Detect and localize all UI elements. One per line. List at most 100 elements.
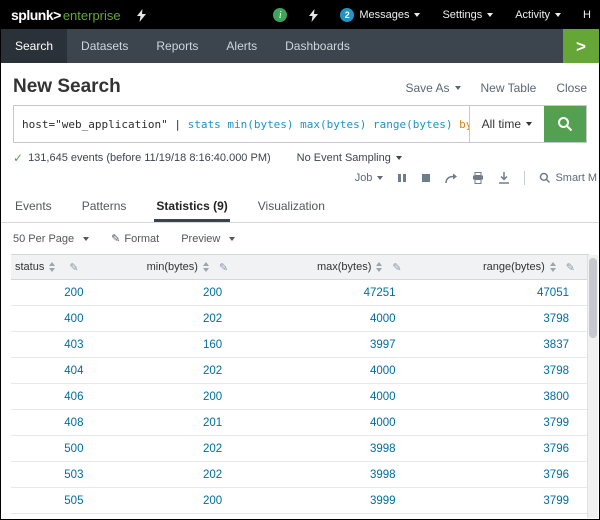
logo-wordmark: splunk> xyxy=(11,7,61,23)
format-button[interactable]: ✎ Format xyxy=(111,232,159,245)
app-tab-datasets[interactable]: Datasets xyxy=(67,29,142,63)
activity-menu[interactable]: Activity xyxy=(515,9,561,21)
cell-value[interactable]: 3798 xyxy=(543,365,569,377)
per-page-selector[interactable]: 50 Per Page xyxy=(13,233,89,245)
edit-column-icon[interactable]: ✎ xyxy=(566,261,575,274)
scrollbar-thumb[interactable] xyxy=(589,258,597,338)
cell-value[interactable]: 3799 xyxy=(543,417,569,429)
cell-value[interactable]: 503 xyxy=(64,469,83,481)
cell-value[interactable]: 406 xyxy=(64,391,83,403)
result-tabs: Events Patterns Statistics (9) Visualizatio… xyxy=(1,192,599,223)
result-tab-visualization[interactable]: Visualization xyxy=(256,192,327,222)
app-tab-reports[interactable]: Reports xyxy=(142,29,212,63)
cell-value[interactable]: 201 xyxy=(203,417,222,429)
cell-value[interactable]: 408 xyxy=(64,417,83,429)
cell-value[interactable]: 4000 xyxy=(370,313,396,325)
chevron-down-icon xyxy=(414,13,420,17)
splunk-mark-button[interactable]: > xyxy=(563,29,599,63)
cell-value[interactable]: 3837 xyxy=(543,339,569,351)
new-table-button[interactable]: New Table xyxy=(481,81,537,95)
admin-tools-button[interactable] xyxy=(137,9,146,22)
cell-value[interactable]: 200 xyxy=(203,495,222,507)
event-sampling-menu[interactable]: No Event Sampling xyxy=(297,152,402,164)
table-cell: 3799 xyxy=(416,488,589,514)
result-tab-statistics[interactable]: Statistics (9) xyxy=(154,192,229,222)
cell-value[interactable]: 202 xyxy=(203,365,222,377)
app-tab-alerts[interactable]: Alerts xyxy=(212,29,271,63)
cell-value[interactable]: 202 xyxy=(203,443,222,455)
cell-value[interactable]: 202 xyxy=(203,313,222,325)
cell-value[interactable]: 403 xyxy=(64,339,83,351)
edit-column-icon[interactable]: ✎ xyxy=(219,261,228,274)
column-header[interactable]: min(bytes)✎ xyxy=(103,255,242,280)
cell-value[interactable]: 160 xyxy=(203,339,222,351)
cell-value[interactable]: 404 xyxy=(64,365,83,377)
share-button[interactable] xyxy=(445,173,458,184)
stop-button[interactable] xyxy=(421,173,431,183)
table-cell: 4000 xyxy=(242,410,415,436)
search-query-input[interactable]: host="web_application" | stats min(bytes… xyxy=(14,106,469,142)
cell-value[interactable]: 3800 xyxy=(543,391,569,403)
result-tab-patterns[interactable]: Patterns xyxy=(80,192,129,222)
column-header[interactable]: status✎ xyxy=(11,255,103,280)
cell-value[interactable]: 200 xyxy=(203,287,222,299)
vertical-scrollbar[interactable] xyxy=(587,255,598,518)
cell-value[interactable]: 47051 xyxy=(537,287,569,299)
cell-value[interactable]: 3799 xyxy=(543,495,569,507)
table-cell: 404 xyxy=(11,358,103,384)
export-button[interactable] xyxy=(498,172,510,184)
search-mode-selector[interactable]: Smart M xyxy=(539,172,597,184)
print-button[interactable] xyxy=(472,172,484,184)
cell-value[interactable]: 202 xyxy=(203,469,222,481)
messages-menu[interactable]: 2 Messages xyxy=(340,8,420,22)
cell-value[interactable]: 4000 xyxy=(370,365,396,377)
help-menu[interactable]: H xyxy=(583,9,591,21)
search-button[interactable] xyxy=(544,106,586,142)
pause-button[interactable] xyxy=(397,173,407,183)
table-cell: 202 xyxy=(103,358,242,384)
lightning-icon xyxy=(309,9,318,22)
cell-value[interactable]: 4000 xyxy=(370,417,396,429)
cell-value[interactable]: 400 xyxy=(64,313,83,325)
column-header[interactable]: range(bytes)✎ xyxy=(416,255,589,280)
cell-value[interactable]: 500 xyxy=(64,443,83,455)
activity-feed-button[interactable] xyxy=(309,9,318,22)
table-cell: 3997 xyxy=(242,332,415,358)
sort-icon[interactable] xyxy=(376,262,382,272)
cell-value[interactable]: 3997 xyxy=(370,339,396,351)
info-icon[interactable]: i xyxy=(273,8,287,22)
cell-value[interactable]: 3796 xyxy=(543,469,569,481)
table-row: 404 202 4000 3798 xyxy=(11,358,589,384)
app-tab-search[interactable]: Search xyxy=(1,29,67,63)
column-header[interactable]: max(bytes)✎ xyxy=(242,255,415,280)
table-cell: 200 xyxy=(103,384,242,410)
job-menu[interactable]: Job xyxy=(355,172,384,184)
edit-column-icon[interactable]: ✎ xyxy=(69,261,78,274)
time-range-picker[interactable]: All time xyxy=(469,106,544,142)
result-tab-events[interactable]: Events xyxy=(13,192,54,222)
cell-value[interactable]: 3999 xyxy=(370,495,396,507)
preview-selector[interactable]: Preview xyxy=(181,233,235,245)
lightning-icon xyxy=(137,9,146,22)
cell-value[interactable]: 3796 xyxy=(543,443,569,455)
cell-value[interactable]: 3998 xyxy=(370,443,396,455)
messages-label: Messages xyxy=(359,9,409,21)
edit-column-icon[interactable]: ✎ xyxy=(392,261,401,274)
close-button[interactable]: Close xyxy=(556,81,587,95)
save-as-button[interactable]: Save As xyxy=(405,81,460,95)
cell-value[interactable]: 200 xyxy=(64,287,83,299)
app-tab-dashboards[interactable]: Dashboards xyxy=(271,29,364,63)
preview-label: Preview xyxy=(181,233,220,245)
sort-icon[interactable] xyxy=(49,262,55,272)
sort-icon[interactable] xyxy=(550,262,556,272)
cell-value[interactable]: 200 xyxy=(203,391,222,403)
cell-value[interactable]: 47251 xyxy=(364,287,396,299)
table-cell: 505 xyxy=(11,488,103,514)
settings-menu[interactable]: Settings xyxy=(442,9,493,21)
splunk-logo[interactable]: splunk> enterprise xyxy=(11,7,121,23)
cell-value[interactable]: 3798 xyxy=(543,313,569,325)
cell-value[interactable]: 3998 xyxy=(370,469,396,481)
cell-value[interactable]: 505 xyxy=(64,495,83,507)
cell-value[interactable]: 4000 xyxy=(370,391,396,403)
sort-icon[interactable] xyxy=(203,262,209,272)
